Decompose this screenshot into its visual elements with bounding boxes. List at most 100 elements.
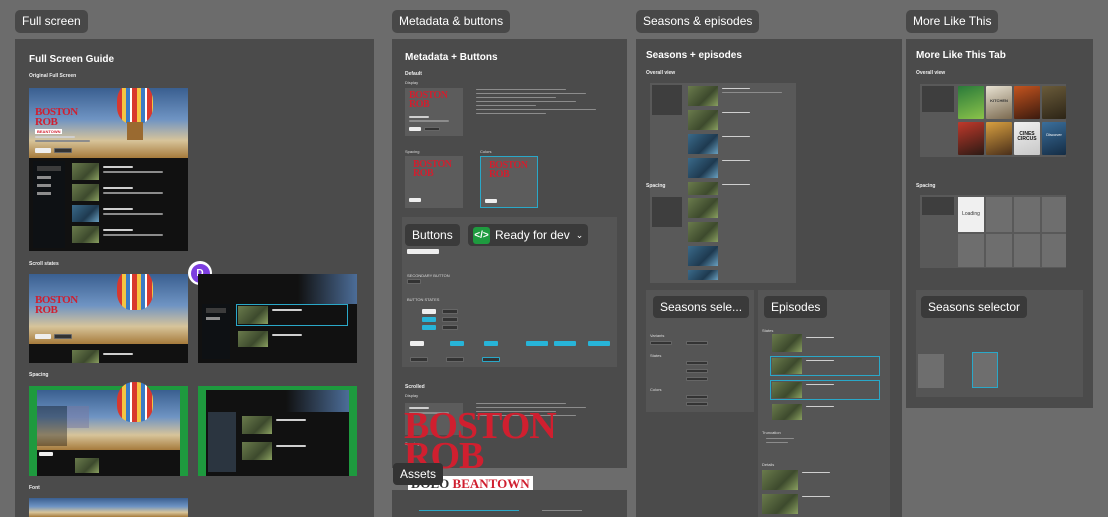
episode-thumbnail[interactable] <box>72 184 99 201</box>
button-variant[interactable] <box>526 341 548 346</box>
title-cover[interactable] <box>958 86 984 119</box>
button-state-default[interactable] <box>422 309 436 314</box>
tag-episodes[interactable]: Episodes <box>764 296 828 318</box>
button-variant[interactable] <box>410 357 428 362</box>
play-button[interactable] <box>409 198 421 202</box>
episode-thumbnail[interactable] <box>688 158 718 178</box>
play-button[interactable] <box>35 148 51 153</box>
section-label-metadata-buttons[interactable]: Metadata & buttons <box>392 10 511 33</box>
episode-thumbnail[interactable] <box>772 358 802 374</box>
play-button[interactable] <box>35 334 51 339</box>
title-cover[interactable] <box>1042 86 1066 119</box>
spacing-overlay[interactable] <box>198 386 357 476</box>
frame-assets[interactable] <box>392 490 627 517</box>
season-sidebar[interactable] <box>652 197 682 227</box>
episode-thumbnail[interactable] <box>688 270 718 280</box>
episode-thumbnail[interactable] <box>688 134 718 154</box>
season-state[interactable] <box>686 369 708 373</box>
more-like-spacing[interactable]: Loading <box>920 195 1066 268</box>
chevron-down-icon[interactable]: ⌄ <box>576 230 584 241</box>
episode-thumbnail[interactable] <box>688 246 718 266</box>
section-label-full-screen[interactable]: Full screen <box>15 10 88 33</box>
button-variant[interactable] <box>484 341 498 346</box>
ready-for-dev-badge[interactable]: </> Ready for dev ⌄ <box>468 224 589 246</box>
selector-tile[interactable] <box>972 352 998 388</box>
season-item[interactable] <box>37 176 51 179</box>
spacing-overlay[interactable] <box>29 382 188 476</box>
button-state-focus[interactable] <box>422 317 436 322</box>
metadata-preview[interactable]: BOSTON ROB <box>405 88 463 136</box>
tag-seasons-selector[interactable]: Seasons selector <box>921 296 1028 318</box>
episode-thumbnail[interactable] <box>772 404 802 420</box>
play-button[interactable] <box>39 452 53 456</box>
episode-thumbnail[interactable] <box>688 86 718 106</box>
button-variant[interactable] <box>446 357 464 362</box>
season-variant[interactable] <box>650 341 672 345</box>
tag-seasons-selector[interactable]: Seasons sele... <box>653 296 750 318</box>
season-sidebar[interactable] <box>202 304 230 359</box>
tag-buttons[interactable]: Buttons <box>405 224 460 246</box>
seasons-spacing-preview[interactable] <box>650 195 796 283</box>
button-state-secondary[interactable] <box>442 317 458 322</box>
episode-thumbnail[interactable] <box>688 110 718 130</box>
title-cover[interactable] <box>958 122 984 155</box>
episode-thumbnail[interactable] <box>72 226 99 243</box>
season-item[interactable] <box>37 184 51 187</box>
frame-seasons-episodes[interactable]: Seasons + episodes Overall view Spacing … <box>636 39 902 517</box>
colors-preview[interactable]: BOSTON ROB <box>480 156 538 208</box>
season-sidebar[interactable] <box>33 161 65 248</box>
primary-button-sample[interactable] <box>407 249 439 254</box>
secondary-button-sample[interactable] <box>407 279 421 284</box>
episode-thumbnail[interactable] <box>688 222 718 242</box>
tag-assets[interactable]: Assets <box>393 463 444 485</box>
section-label-more-like-this[interactable]: More Like This <box>906 10 999 33</box>
seasons-overview-preview[interactable] <box>650 83 796 211</box>
episode-thumbnail[interactable] <box>772 382 802 398</box>
secondary-button[interactable] <box>54 334 72 339</box>
title-cover[interactable] <box>986 122 1012 155</box>
episode-thumbnail[interactable] <box>772 334 802 352</box>
season-color[interactable] <box>686 402 708 406</box>
episode-thumbnail[interactable] <box>762 470 798 490</box>
title-cover[interactable]: KITCHEN <box>986 86 1012 119</box>
frame-metadata-buttons[interactable]: Metadata + Buttons Default Display BOSTO… <box>392 39 627 468</box>
episode-thumbnail[interactable] <box>242 442 272 460</box>
episode-thumbnail[interactable] <box>238 331 268 347</box>
button-state-secondary[interactable] <box>442 325 458 330</box>
episode-thumbnail[interactable] <box>72 205 99 222</box>
title-cover[interactable]: Discover <box>1042 122 1066 155</box>
episode-thumbnail[interactable] <box>72 350 99 363</box>
season-variant[interactable] <box>686 341 708 345</box>
selector-tile[interactable] <box>918 354 944 388</box>
scroll-state-preview[interactable]: BOSTON ROB <box>29 274 188 363</box>
button-state-secondary[interactable] <box>442 309 458 314</box>
button-state-focus[interactable] <box>422 325 436 330</box>
episode-thumbnail[interactable] <box>75 458 99 473</box>
season-sidebar[interactable] <box>922 86 954 112</box>
spacing-preview[interactable]: BOSTON ROB <box>405 156 463 208</box>
button-variant[interactable] <box>588 341 610 346</box>
play-button[interactable] <box>485 199 497 203</box>
season-state[interactable] <box>686 361 708 365</box>
scroll-state-preview[interactable] <box>198 274 357 363</box>
season-item[interactable] <box>206 317 220 320</box>
season-item[interactable] <box>206 308 226 313</box>
secondary-button[interactable] <box>54 148 72 153</box>
season-item[interactable] <box>37 192 51 195</box>
season-sidebar[interactable] <box>208 412 236 472</box>
episode-thumbnail[interactable] <box>688 198 718 218</box>
season-state[interactable] <box>686 377 708 381</box>
title-cover[interactable] <box>1014 86 1040 119</box>
frame-more-like-this[interactable]: More Like This Tab Overall view KITCHEN … <box>906 39 1093 408</box>
title-cover[interactable]: CINES CIRCUS <box>1014 122 1040 155</box>
button-variant[interactable] <box>482 357 500 362</box>
season-color[interactable] <box>686 395 708 399</box>
frame-full-screen-guide[interactable]: Full Screen Guide Original Full Screen B… <box>15 39 374 517</box>
episode-thumbnail[interactable] <box>72 163 99 180</box>
episode-thumbnail[interactable] <box>762 494 798 514</box>
play-button[interactable] <box>409 127 421 131</box>
button-variant[interactable] <box>554 341 576 346</box>
secondary-button[interactable] <box>424 127 440 131</box>
episode-thumbnail[interactable] <box>242 416 272 434</box>
font-preview[interactable] <box>29 498 188 517</box>
